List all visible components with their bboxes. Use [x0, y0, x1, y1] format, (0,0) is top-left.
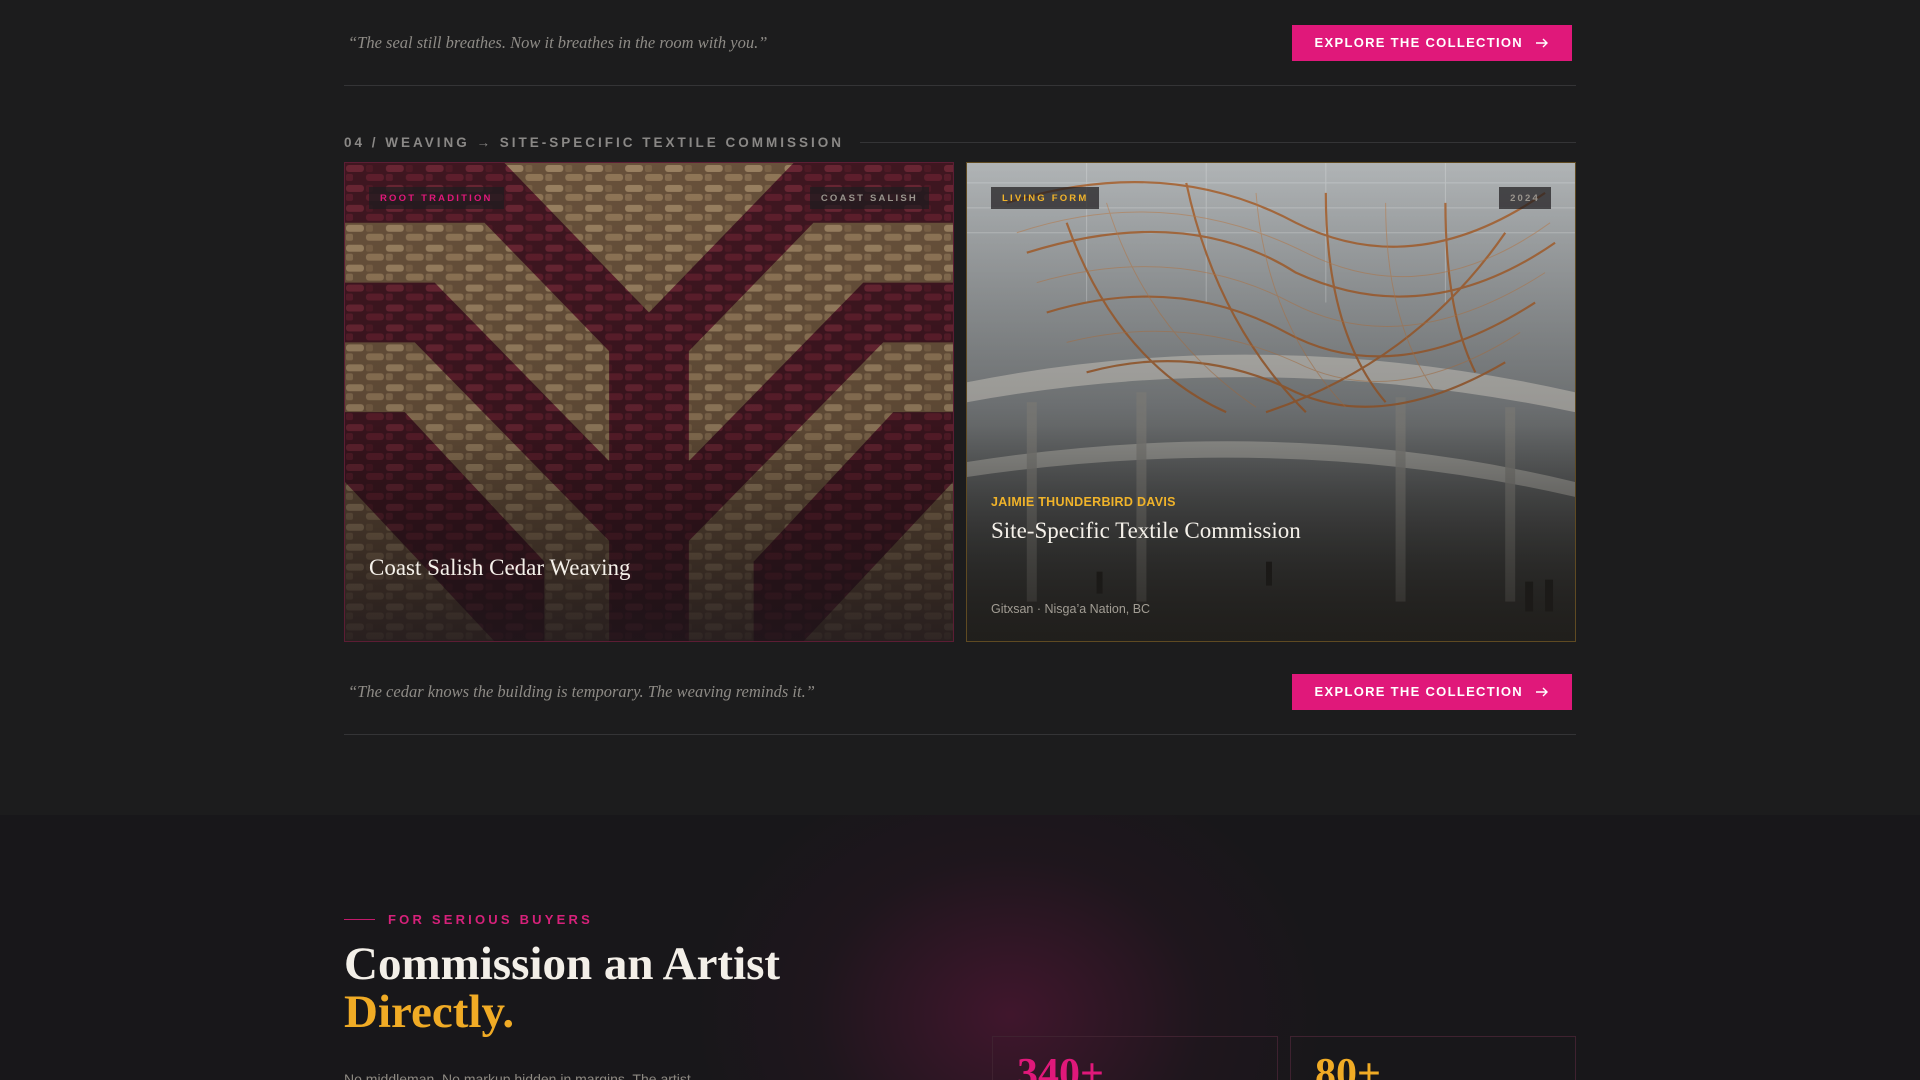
commission-headline: Commission an Artist Directly. — [344, 940, 780, 1036]
main-content: “The seal still breathes. Now it breathe… — [344, 0, 1576, 815]
quote-row-top: “The seal still breathes. Now it breathe… — [344, 0, 1576, 86]
commission-body: No middleman. No markup hidden in margin… — [344, 1071, 691, 1080]
textile-installation-image — [967, 163, 1575, 641]
artwork-card-cedar-weaving[interactable]: ROOT TRADITION COAST SALISH Coast Salish… — [344, 162, 954, 642]
quote-text: “The cedar knows the building is tempora… — [348, 681, 815, 701]
commission-section: FOR SERIOUS BUYERS Commission an Artist … — [0, 815, 1920, 1080]
card-title: Coast Salish Cedar Weaving — [369, 555, 631, 580]
section-heading: 04 / WEAVING → SITE-SPECIFIC TEXTILE COM… — [344, 133, 1576, 151]
headline-line-1: Commission an Artist — [344, 938, 781, 990]
tag-root-tradition: ROOT TRADITION — [369, 187, 504, 209]
explore-collection-button[interactable]: EXPLORE THE COLLECTION — [1291, 24, 1572, 61]
section-label-text: 04 / WEAVING → SITE-SPECIFIC TEXTILE COM… — [344, 134, 845, 150]
tag-coast-salish: COAST SALISH — [809, 187, 929, 209]
artwork-card-textile-commission[interactable]: LIVING FORM 2024 JAIMIE THUNDERBIRD DAVI… — [966, 162, 1576, 642]
divider — [860, 141, 1576, 143]
eyebrow-text: FOR SERIOUS BUYERS — [388, 912, 593, 927]
stat-box-artists: 340+ — [992, 1036, 1278, 1080]
tag-year: 2024 — [1499, 187, 1551, 209]
button-label: EXPLORE THE COLLECTION — [1314, 35, 1523, 50]
explore-collection-button[interactable]: EXPLORE THE COLLECTION — [1291, 673, 1572, 710]
quote-text: “The seal still breathes. Now it breathe… — [348, 32, 768, 52]
eyebrow: FOR SERIOUS BUYERS — [344, 912, 593, 927]
button-label: EXPLORE THE COLLECTION — [1314, 684, 1523, 699]
card-title: Site-Specific Textile Commission — [991, 518, 1301, 543]
tag-living-form: LIVING FORM — [991, 187, 1100, 209]
headline-line-2: Directly. — [344, 986, 515, 1038]
stat-number: 340+ — [1017, 1051, 1104, 1080]
quote-row-bottom: “The cedar knows the building is tempora… — [344, 649, 1576, 735]
eyebrow-dash — [344, 919, 375, 920]
arrow-right-icon — [1536, 38, 1548, 47]
arrow-right-icon — [1536, 687, 1548, 696]
stat-number: 80+ — [1315, 1051, 1381, 1080]
artist-name: JAIMIE THUNDERBIRD DAVIS — [991, 495, 1176, 509]
stat-box-nations: 80+ — [1290, 1036, 1576, 1080]
artist-nation: Gitxsan · Nisga’a Nation, BC — [991, 602, 1151, 616]
